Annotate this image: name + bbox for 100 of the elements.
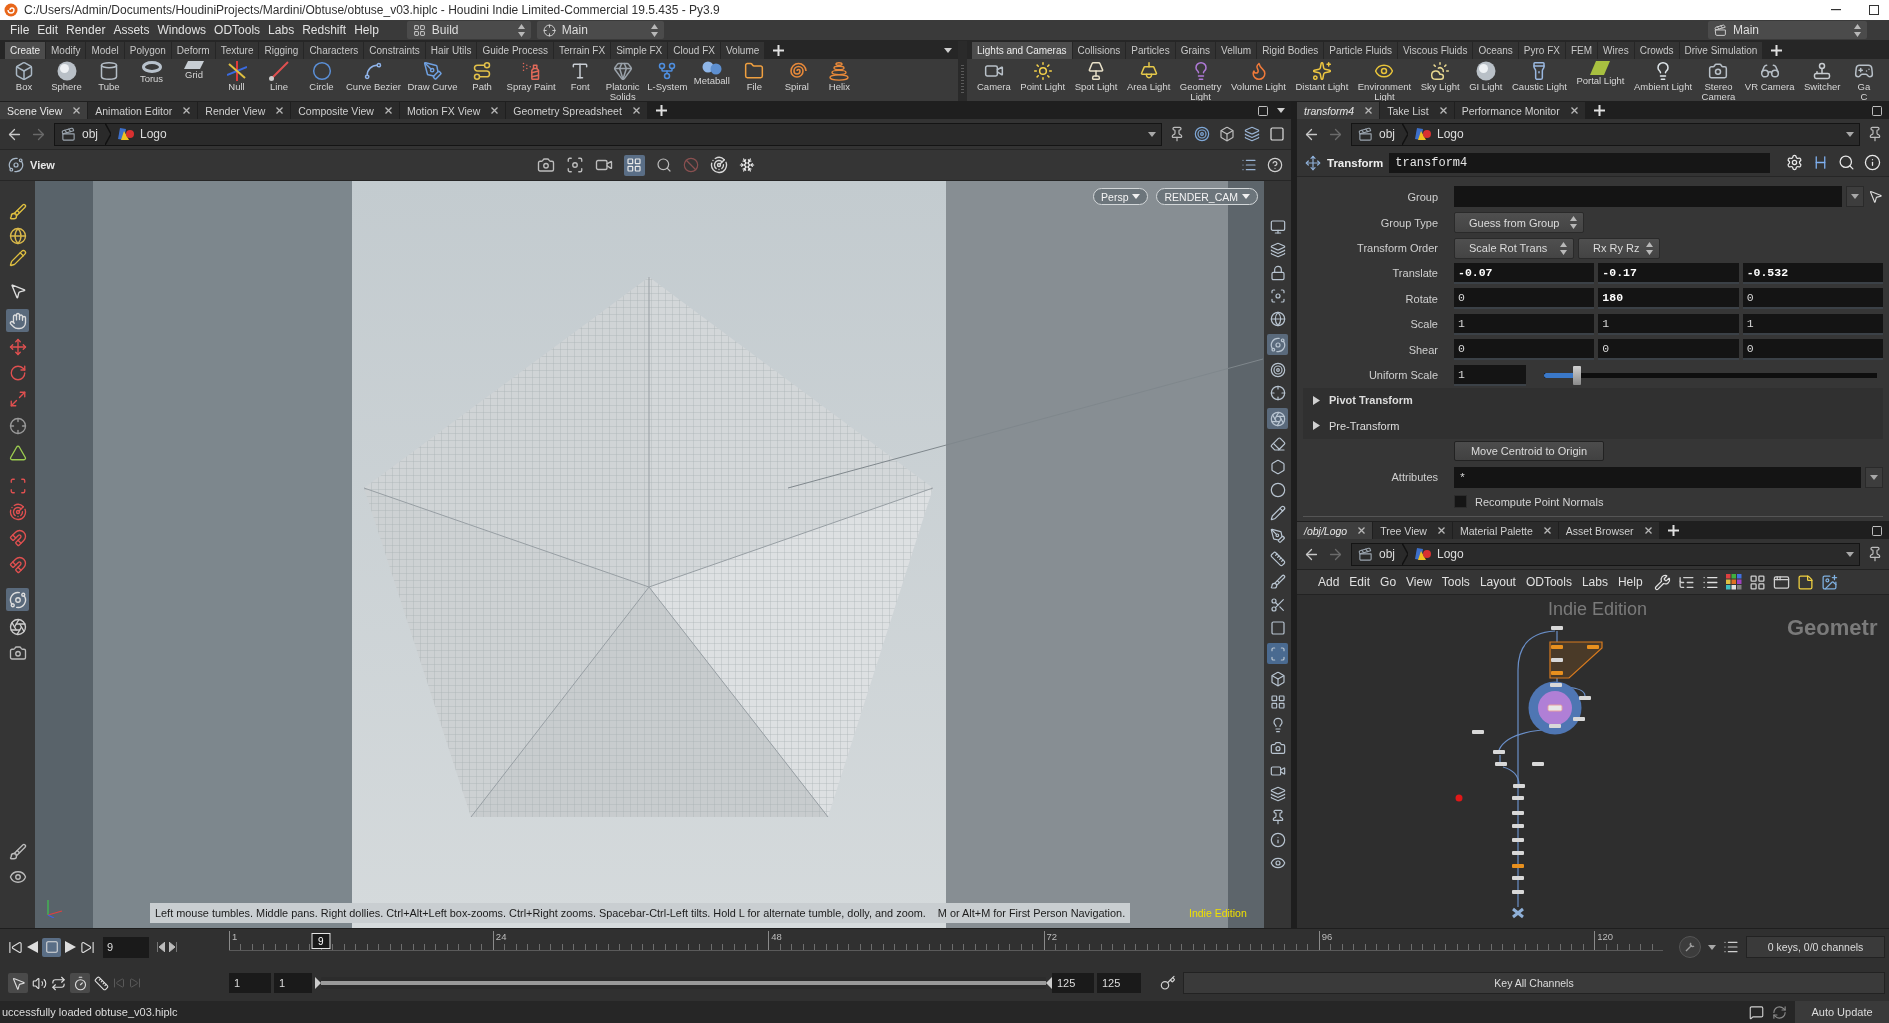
play-icon[interactable]	[65, 941, 76, 953]
channel-list-icon[interactable]	[1723, 939, 1739, 955]
pane-tab[interactable]: /obj/Logo	[1297, 522, 1373, 539]
shelf-tool[interactable]: Null	[216, 61, 257, 92]
circle-icon[interactable]	[1269, 482, 1286, 498]
shelf-tool[interactable]: Switcher	[1802, 61, 1843, 92]
add-tab-icon[interactable]	[773, 45, 785, 56]
layout-dropdown[interactable]: Main	[1708, 21, 1867, 39]
menu-item[interactable]: Redshift	[298, 23, 351, 37]
pane-tab[interactable]: Motion FX View	[399, 102, 506, 119]
close-icon[interactable]	[632, 107, 640, 114]
folder-toggle[interactable]: Pre-Transform	[1303, 413, 1883, 439]
caret-down-icon[interactable]	[1851, 194, 1859, 199]
pane-tab[interactable]: Render View	[198, 102, 291, 119]
info-icon[interactable]	[1269, 832, 1286, 848]
shelf-tab[interactable]: Hair Utils	[425, 42, 477, 59]
number-field[interactable]: 1	[1742, 313, 1883, 335]
aperture-icon[interactable]	[8, 618, 27, 636]
menu-item[interactable]: ODTools	[1520, 575, 1577, 589]
brush-icon[interactable]	[1269, 574, 1286, 590]
shelf-tab[interactable]: Pyro FX	[1518, 42, 1565, 59]
shelf-tool[interactable]: Metaball	[691, 61, 732, 86]
square-icon[interactable]	[1871, 104, 1883, 117]
caret-down-icon[interactable]	[1148, 131, 1156, 137]
network-node[interactable]	[1512, 824, 1524, 828]
radar-icon[interactable]	[709, 156, 728, 174]
menu-item[interactable]: Layout	[1474, 575, 1521, 589]
number-field[interactable]: 0	[1454, 339, 1595, 361]
zoom-icon[interactable]	[655, 157, 672, 173]
network-node[interactable]	[1513, 784, 1525, 788]
shelf-tab[interactable]: Constraints	[364, 42, 425, 59]
shelf-tool[interactable]: File	[734, 61, 775, 92]
network-node[interactable]	[1587, 645, 1599, 649]
menu-item[interactable]: Add	[1313, 575, 1345, 589]
shelf-tool[interactable]: Stereo Camera	[1699, 61, 1738, 101]
camera-menu[interactable]: RENDER_CAM	[1156, 188, 1258, 205]
square-icon[interactable]	[1257, 104, 1269, 117]
shelf-tool[interactable]: Platonic Solids	[602, 61, 643, 101]
shelf-tool[interactable]: Spiral	[776, 61, 817, 92]
network-node[interactable]	[1532, 762, 1544, 766]
window-icon[interactable]	[1772, 573, 1790, 591]
pane-tab[interactable]: Animation Editor	[88, 102, 198, 119]
dropdown-menu[interactable]: Guess from Group	[1454, 212, 1584, 234]
maximize-icon[interactable]	[1869, 5, 1879, 15]
text-field[interactable]	[1454, 186, 1842, 207]
move-icon[interactable]	[8, 338, 27, 356]
shelf-tab[interactable]: Create	[5, 42, 45, 59]
gear-icon[interactable]	[1786, 154, 1803, 171]
shelf-tab[interactable]: Rigging	[259, 42, 304, 59]
layers-icon[interactable]	[1269, 242, 1286, 258]
shelf-tool[interactable]: Tube	[89, 61, 129, 92]
stop-icon[interactable]	[42, 937, 61, 957]
path-field[interactable]: obj Logo	[1351, 122, 1860, 146]
wrench-icon[interactable]	[1653, 573, 1671, 591]
hexagon-icon[interactable]	[1269, 459, 1286, 475]
caret-down-icon[interactable]	[1870, 474, 1878, 480]
magnet-icon[interactable]	[8, 529, 27, 547]
network-node[interactable]	[1512, 811, 1524, 815]
path-field[interactable]: obj Logo	[54, 122, 1162, 146]
brush-icon[interactable]	[8, 203, 27, 221]
camera-icon[interactable]	[1269, 740, 1286, 756]
select-arrow-icon[interactable]	[1868, 189, 1883, 204]
monitor-icon[interactable]	[1269, 219, 1286, 235]
network-node[interactable]	[1547, 704, 1563, 712]
orbit-icon[interactable]	[6, 588, 29, 611]
shelf-tool[interactable]: GI Light	[1467, 61, 1505, 92]
orbit-icon[interactable]	[1267, 334, 1288, 355]
pointer-icon[interactable]	[8, 282, 27, 300]
menu-item[interactable]: Go	[1375, 575, 1402, 589]
number-field[interactable]: 0	[1454, 288, 1595, 310]
shelf-tab[interactable]: Guide Process	[477, 42, 553, 59]
grid-icon[interactable]	[623, 154, 645, 176]
shelf-tab[interactable]: Crowds	[1634, 42, 1679, 59]
layers-icon[interactable]	[1269, 786, 1286, 802]
minimize-icon[interactable]	[1831, 9, 1841, 11]
shelf-tab[interactable]: Volume	[720, 42, 765, 59]
caret-down-icon[interactable]	[1846, 131, 1854, 137]
aperture-icon[interactable]	[1267, 408, 1288, 429]
close-icon[interactable]	[1644, 527, 1652, 534]
update-mode-button[interactable]: Auto Update	[1795, 1001, 1889, 1023]
layers-icon[interactable]	[1244, 126, 1260, 142]
pencil-icon[interactable]	[8, 249, 27, 267]
pointer-icon[interactable]	[8, 973, 28, 993]
shelf-tab[interactable]: Wires	[1598, 42, 1634, 59]
pin-icon[interactable]	[1867, 546, 1883, 562]
shelf-tool[interactable]: Path	[462, 61, 503, 92]
pane-tab[interactable]: Scene View	[0, 102, 88, 119]
scan-icon[interactable]	[8, 477, 27, 495]
output-node-icon[interactable]	[1511, 907, 1525, 919]
up-down-arrows-icon[interactable]	[1854, 23, 1861, 37]
desktop-dropdown[interactable]: Build	[406, 21, 531, 39]
hand-icon[interactable]	[6, 309, 29, 332]
orbit-icon[interactable]	[8, 157, 24, 173]
search-icon[interactable]	[1838, 154, 1855, 171]
menu-item[interactable]: Labs	[1576, 575, 1613, 589]
network-node[interactable]	[1551, 645, 1563, 649]
camera-icon[interactable]	[8, 644, 27, 662]
close-icon[interactable]	[1437, 527, 1445, 534]
shelf-grip[interactable]	[958, 41, 967, 101]
dropdown-menu[interactable]: Scale Rot Trans	[1454, 237, 1574, 259]
